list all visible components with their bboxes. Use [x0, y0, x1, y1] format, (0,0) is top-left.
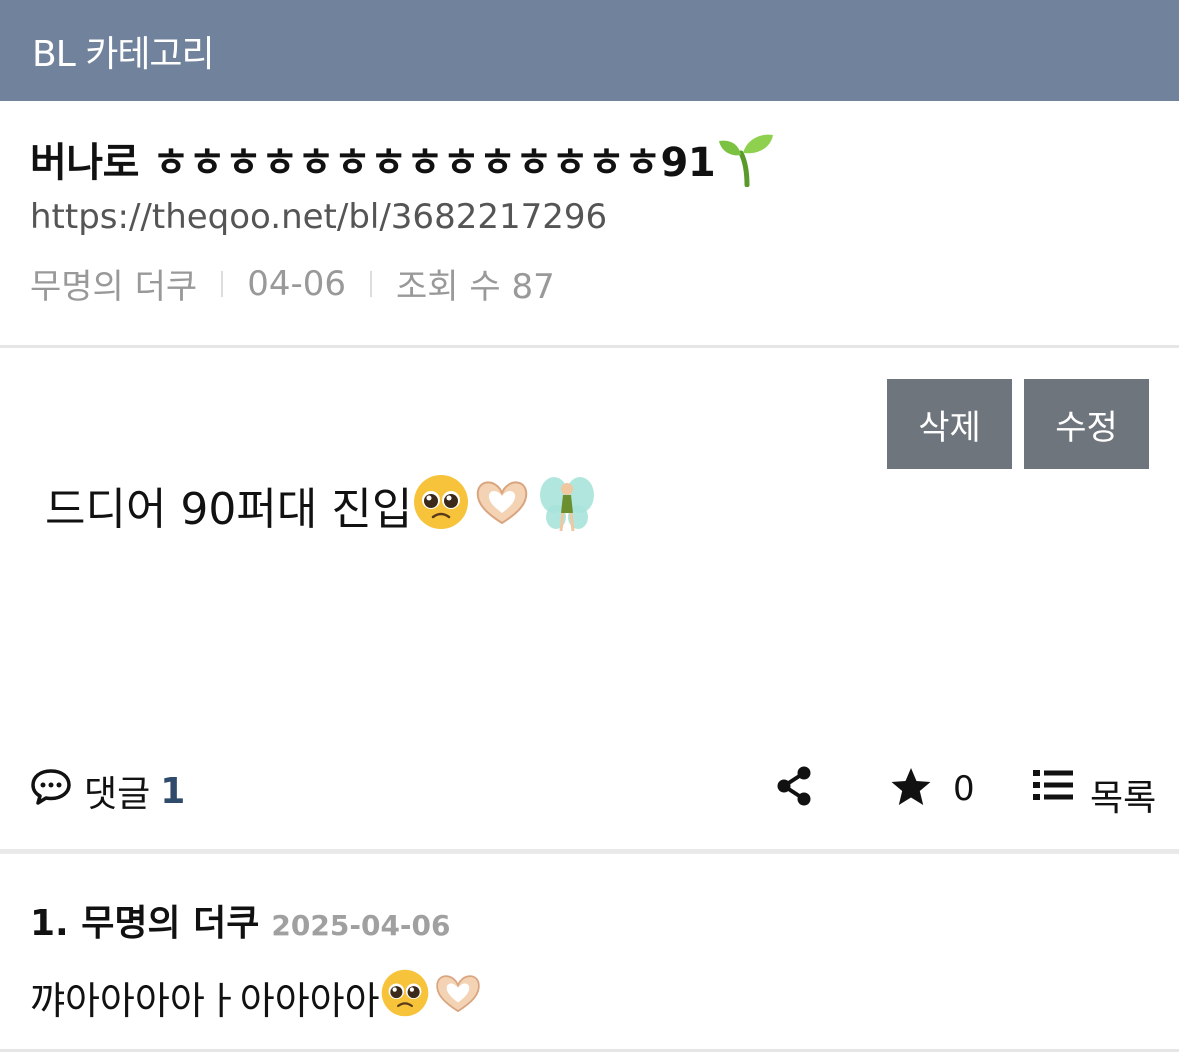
share-icon[interactable] [775, 765, 813, 811]
meta-separator [370, 270, 373, 297]
sprout-icon [717, 131, 775, 188]
heart-hands-icon [470, 473, 534, 542]
star-icon[interactable] [890, 767, 932, 811]
comment-date: 2025-04-06 [271, 909, 451, 942]
post-actions: 삭제 수정 [0, 348, 1179, 473]
list-icon[interactable] [1033, 769, 1073, 805]
comment-count[interactable]: 댓글 1 [30, 765, 185, 817]
delete-button[interactable]: 삭제 [887, 379, 1012, 469]
post-meta: 무명의 더쿠 04-06 조회 수 87 [30, 259, 1149, 308]
post-body-text: 드디어 90퍼대 진입 [45, 484, 413, 535]
post-author: 무명의 더쿠 [30, 267, 198, 307]
speech-bubble-icon [30, 768, 72, 815]
divider [0, 1049, 1179, 1052]
post-footer: 댓글 1 0 목록 [0, 753, 1179, 853]
pleading-face-icon [412, 473, 470, 542]
comment-body: 꺄아아아아ㅏ아아아아 [30, 968, 1149, 1027]
comment-header: 1. 무명의 더쿠 2025-04-06 [30, 894, 1149, 946]
post-views: 조회 수 87 [396, 267, 555, 307]
comment-author: 1. 무명의 더쿠 [30, 903, 260, 944]
list-link[interactable]: 목록 [1090, 769, 1156, 821]
category-title[interactable]: BL 카테고리 [32, 25, 215, 77]
post-header: 버나로 ㅎㅎㅎㅎㅎㅎㅎㅎㅎㅎㅎㅎㅎㅎ91 https://theqoo.net/… [0, 101, 1179, 345]
post-body: 드디어 90퍼대 진입 [0, 473, 1179, 753]
comment-text: 꺄아아아아ㅏ아아아아 [30, 979, 380, 1023]
top-bar: BL 카테고리 [0, 0, 1179, 101]
comment-label: 댓글 [84, 774, 151, 815]
post-date: 04-06 [247, 263, 347, 304]
comment-count-number: 1 [160, 770, 186, 812]
meta-separator [221, 270, 224, 297]
heart-hands-icon [430, 968, 486, 1027]
star-count: 0 [953, 769, 975, 809]
pleading-face-icon [380, 968, 430, 1027]
comment-item: 1. 무명의 더쿠 2025-04-06 꺄아아아아ㅏ아아아아 [0, 854, 1179, 1049]
post-title: 버나로 ㅎㅎㅎㅎㅎㅎㅎㅎㅎㅎㅎㅎㅎㅎ91 [30, 140, 716, 186]
post-url[interactable]: https://theqoo.net/bl/3682217296 [30, 197, 1149, 237]
title-row: 버나로 ㅎㅎㅎㅎㅎㅎㅎㅎㅎㅎㅎㅎㅎㅎ91 [30, 131, 1149, 188]
fairy-icon [534, 473, 598, 548]
edit-button[interactable]: 수정 [1024, 379, 1149, 469]
